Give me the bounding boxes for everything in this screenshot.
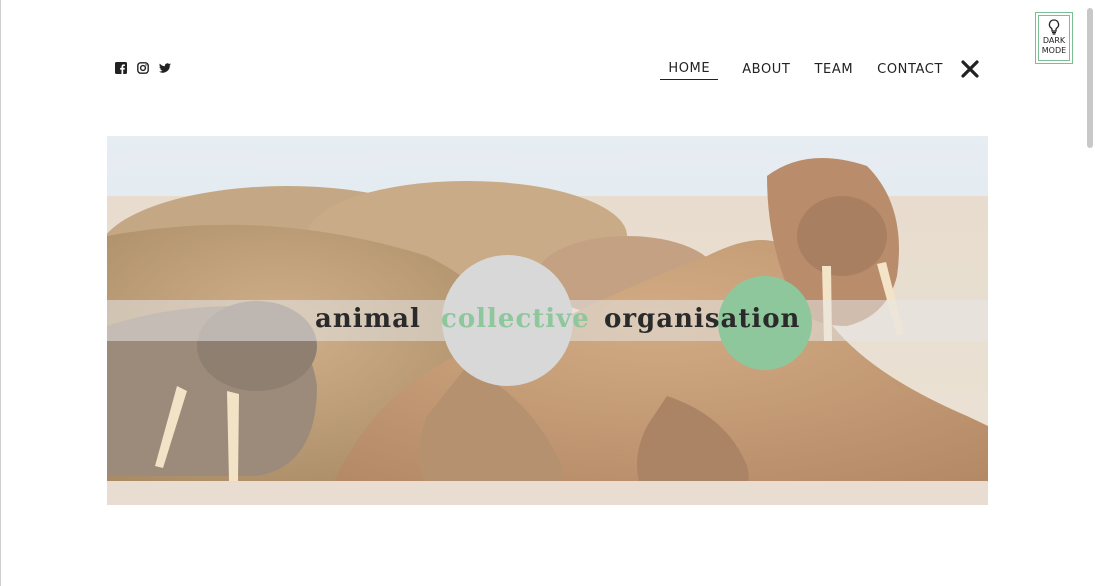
page-border (0, 0, 1, 586)
scrollbar-thumb[interactable] (1087, 8, 1093, 148)
facebook-icon[interactable] (115, 62, 127, 74)
close-icon[interactable] (961, 60, 979, 78)
twitter-icon[interactable] (159, 62, 171, 74)
main-nav: HOME ABOUT TEAM CONTACT (660, 58, 979, 80)
hero-banner: animal collective organisation (107, 136, 988, 505)
hero-title-word-2: collective (441, 304, 590, 334)
dark-mode-label-line2: MODE (1041, 46, 1067, 55)
nav-item-contact[interactable]: CONTACT (877, 59, 943, 80)
scrollbar[interactable] (1085, 0, 1095, 586)
dark-mode-label-line1: DARK (1042, 36, 1066, 45)
instagram-icon[interactable] (137, 62, 149, 74)
nav-item-home[interactable]: HOME (660, 58, 719, 80)
dark-mode-toggle[interactable]: DARK MODE (1035, 12, 1073, 64)
lightbulb-icon (1048, 19, 1060, 35)
nav-item-team[interactable]: TEAM (814, 59, 853, 80)
hero-title-word-3: organisation (604, 304, 801, 334)
social-links (115, 62, 171, 74)
nav-item-about[interactable]: ABOUT (742, 59, 790, 80)
hero-title-word-1: animal (315, 304, 421, 334)
